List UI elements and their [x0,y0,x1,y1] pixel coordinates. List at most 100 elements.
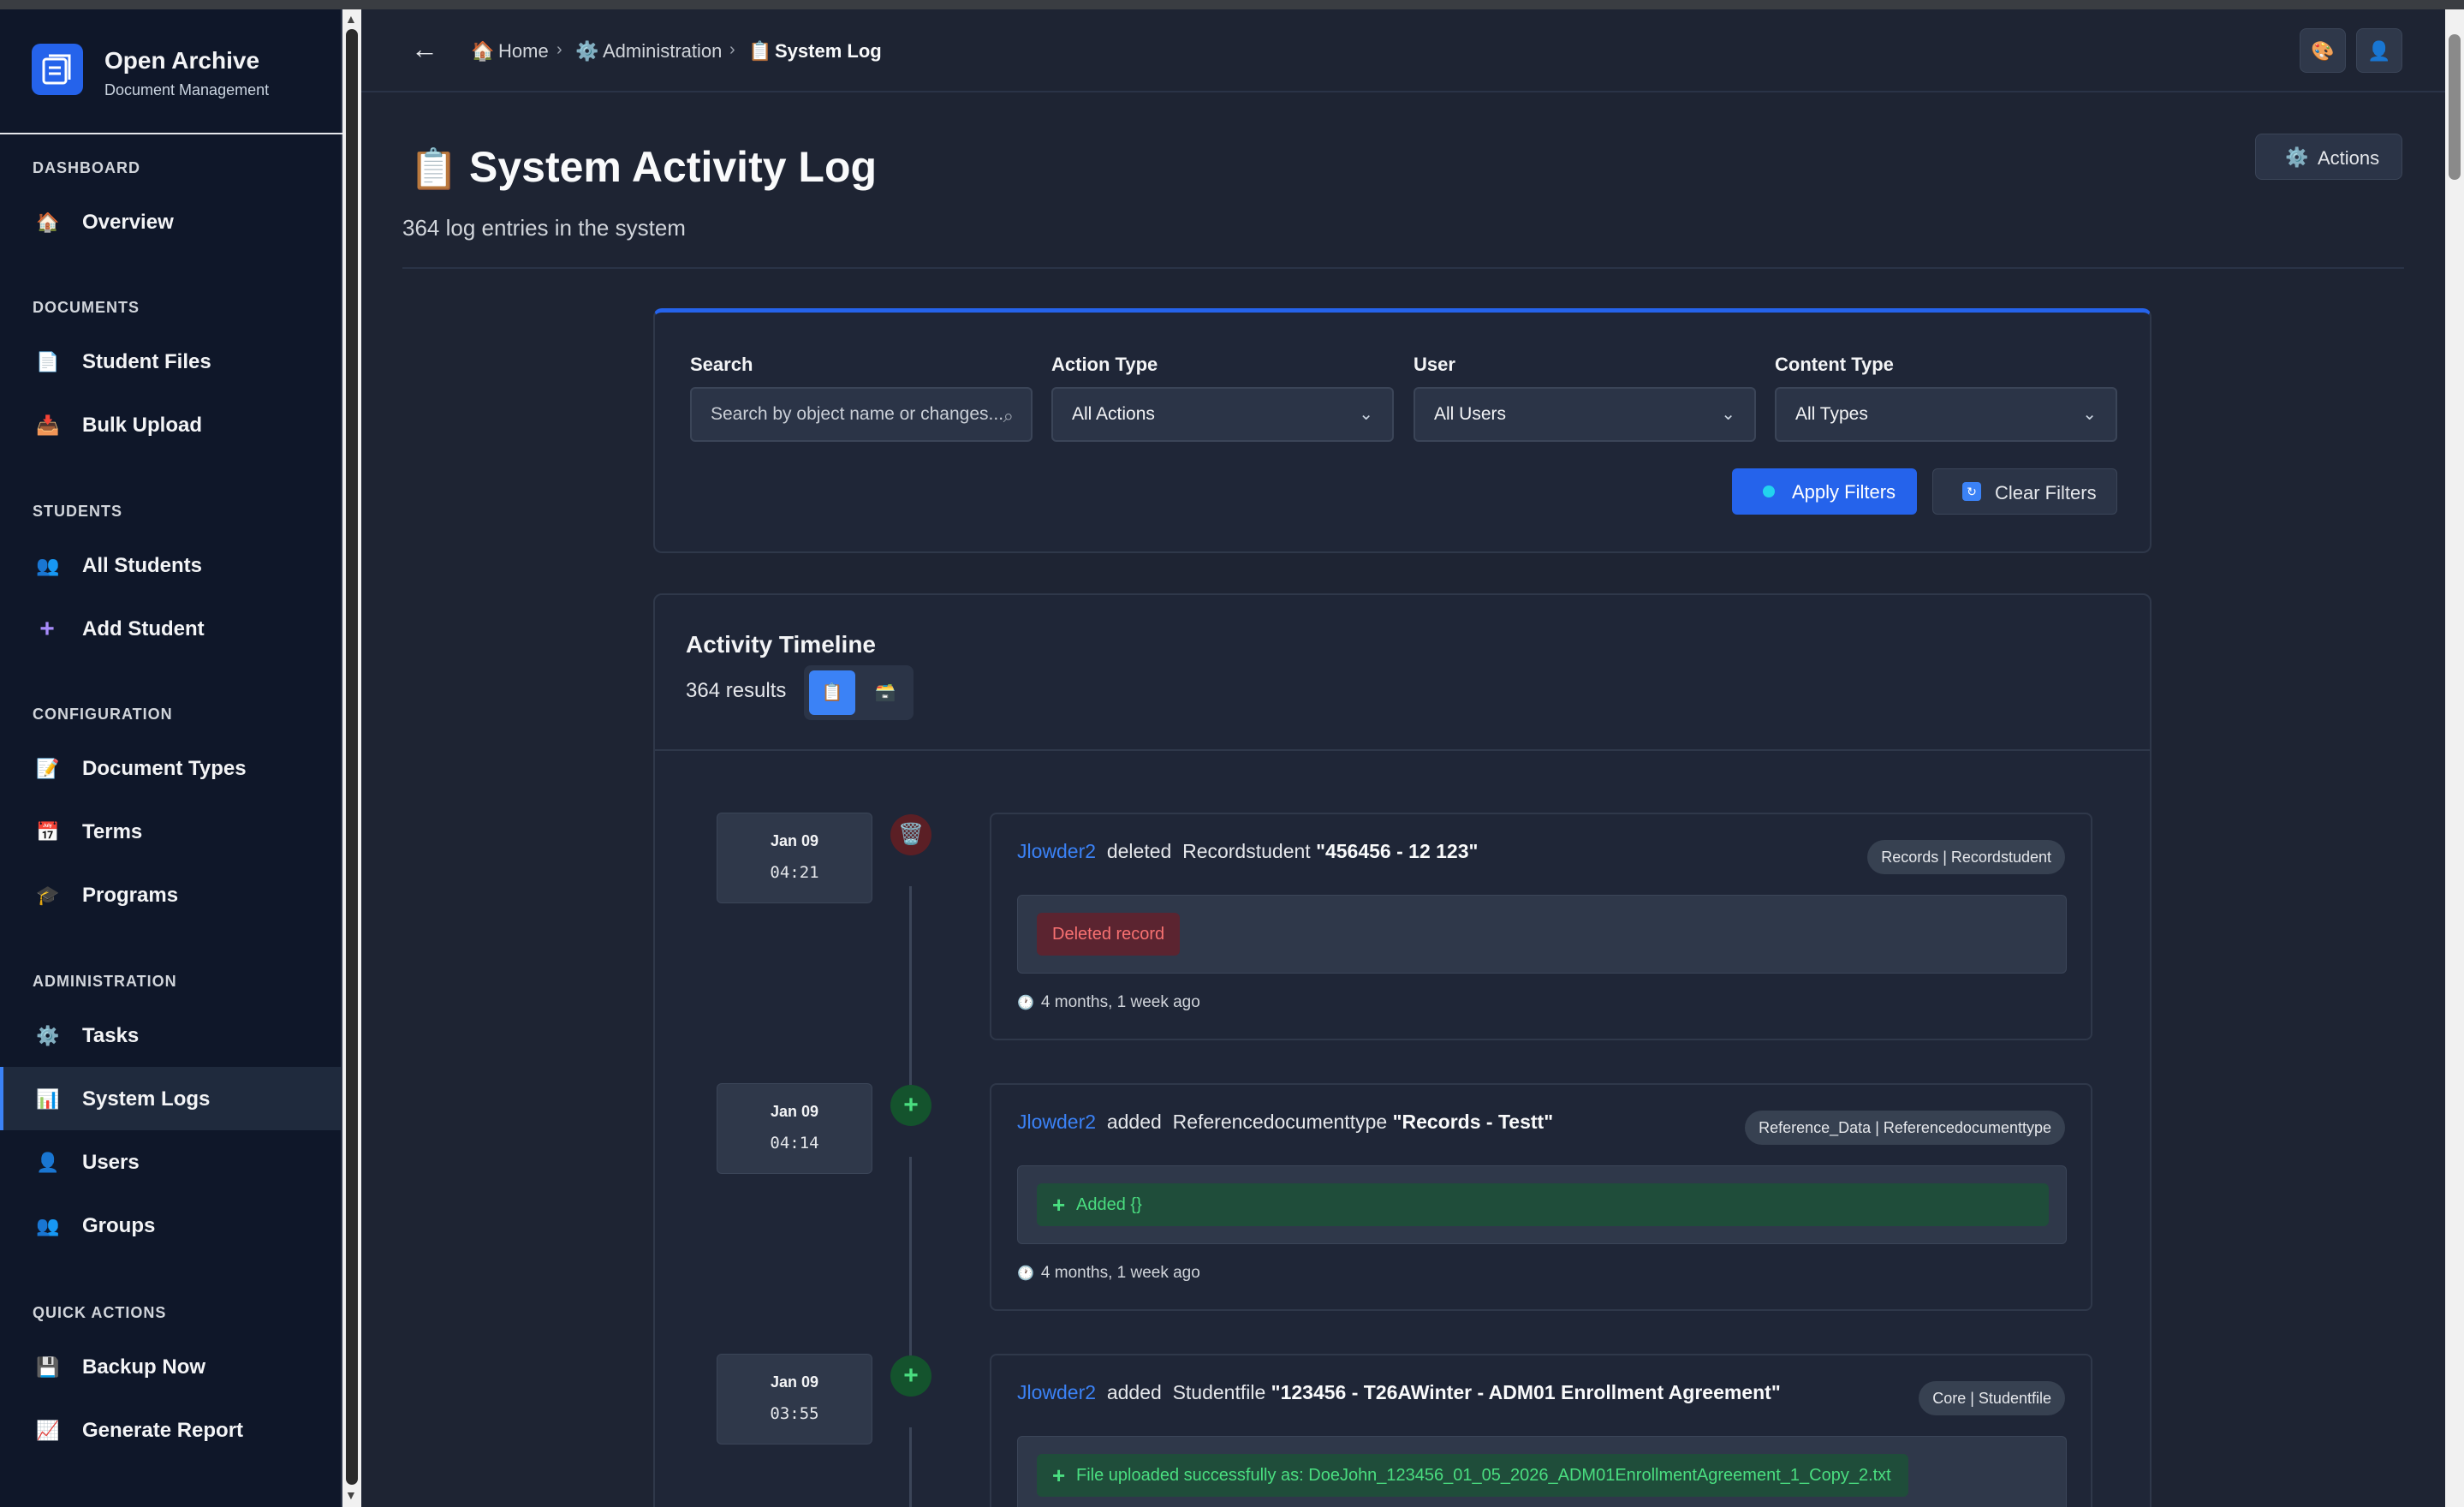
entry-relative-time: 🕐 4 months, 1 week ago [1017,993,1200,1012]
sidebar-item-student-files[interactable]: 📄 Student Files [0,330,341,393]
people-icon: 👥 [36,1215,60,1236]
plus-icon: + [890,1085,931,1126]
actions-button-label: Actions [2318,147,2380,169]
entry-relative-time: 🕐 4 months, 1 week ago [1017,1264,1200,1283]
user-value: All Users [1434,404,1507,424]
entry-ago: 4 months, 1 week ago [1040,1264,1200,1282]
sidebar-item-programs[interactable]: 🎓 Programs [0,863,341,926]
sidebar-item-label: All Students [82,554,203,577]
clear-filters-button[interactable]: ↻ Clear Filters [1932,468,2117,515]
filter-panel: Search Search by object name or changes.… [653,308,2152,553]
scroll-down-arrow-icon[interactable]: ▼ [345,1488,357,1502]
gear-icon: ⚙️ [2285,146,2309,168]
refresh-icon: ↻ [1962,482,1981,501]
clipboard-icon: 📋 [409,146,459,191]
scroll-up-arrow-icon[interactable]: ▲ [345,12,357,26]
wastebasket-icon: 🗑️ [890,814,931,855]
sidebar-item-label: Add Student [82,617,205,640]
nav-section-dashboard: DASHBOARD [33,159,140,176]
theme-palette-button[interactable]: 🎨 [2300,28,2346,73]
entry-date-time: 04:21 [770,863,819,882]
entry-heading: Jlowder2 deleted Recordstudent "456456 -… [1017,840,1478,863]
divider [402,267,2404,269]
search-input[interactable]: Search by object name or changes... ⌕ [690,387,1033,442]
chevron-down-icon: ⌄ [1359,405,1373,424]
sidebar-scrollbar-thumb[interactable] [346,29,358,1485]
sidebar-item-bulk-upload[interactable]: 📥 Bulk Upload [0,393,341,456]
user-select[interactable]: All Users ⌄ [1414,387,1756,442]
sidebar-item-backup-now[interactable]: 💾 Backup Now [0,1335,341,1398]
sidebar-item-document-types[interactable]: 📝 Document Types [0,736,341,800]
entry-date-time: 03:55 [770,1404,819,1423]
page-scrollbar[interactable] [2445,9,2464,1507]
sidebar-item-add-student[interactable]: + Add Student [0,597,341,660]
inbox-tray-icon: 📥 [36,414,60,436]
user-menu-button[interactable]: 👤 [2356,28,2402,73]
breadcrumb-home[interactable]: Home [498,40,549,63]
change-details: + File uploaded successfully as: DoeJohn… [1017,1436,2067,1507]
sidebar-item-groups[interactable]: 👥 Groups [0,1194,341,1257]
entry-user-link[interactable]: Jlowder2 [1017,840,1096,862]
sidebar-item-system-logs[interactable]: 📊 System Logs [0,1067,341,1130]
entry-user-link[interactable]: Jlowder2 [1017,1381,1096,1403]
search-label: Search [690,354,753,375]
chevron-down-icon: ⌄ [1721,405,1735,424]
entry-action: added [1106,1381,1162,1403]
breadcrumb-current: System Log [775,40,882,62]
content-type-badge: Core | Studentfile [1919,1381,2065,1415]
brand[interactable]: Open Archive Document Management [0,9,342,134]
result-count: 364 results [686,679,787,702]
change-details: + Added {} [1017,1165,2067,1244]
sidebar-item-label: Student Files [82,350,211,373]
breadcrumb-clipboard-icon: 📋 [748,40,772,62]
page-scrollbar-thumb[interactable] [2449,34,2461,180]
sidebar: Open Archive Document Management DASHBOA… [0,9,342,1507]
entry-ago: 4 months, 1 week ago [1040,993,1200,1011]
entry-user-link[interactable]: Jlowder2 [1017,1111,1096,1133]
action-type-value: All Actions [1072,404,1155,424]
archive-logo-icon [32,44,83,95]
entry-date: Jan 09 03:55 [717,1354,872,1444]
content-type-value: All Types [1795,404,1868,424]
sidebar-item-all-students[interactable]: 👥 All Students [0,533,341,597]
apply-filters-button[interactable]: Apply Filters [1732,468,1917,515]
sidebar-item-tasks[interactable]: ⚙️ Tasks [0,1004,341,1067]
chevron-down-icon: ⌄ [2082,405,2097,424]
house-icon: 🏠 [36,211,60,233]
sidebar-item-terms[interactable]: 📅 Terms [0,800,341,863]
entry-date-day: Jan 09 [770,1103,819,1120]
user-label: User [1414,354,1455,375]
sidebar-item-label: Overview [82,211,174,234]
nav-section-documents: DOCUMENTS [33,299,140,316]
sidebar-item-generate-report[interactable]: 📈 Generate Report [0,1398,341,1462]
page-subtitle: 364 log entries in the system [402,215,686,241]
clear-filters-label: Clear Filters [1995,482,2097,503]
actions-button[interactable]: ⚙️ Actions [2255,134,2402,180]
plus-icon: + [39,615,55,643]
sidebar-item-users[interactable]: 👤 Users [0,1130,341,1194]
sidebar-item-overview[interactable]: 🏠 Overview [0,190,341,253]
breadcrumb-gear-icon: ⚙️ [575,40,599,62]
content-type-label: Content Type [1775,354,1894,375]
search-icon: ⌕ [1003,405,1014,426]
entry-date-day: Jan 09 [770,1373,819,1391]
brand-title: Open Archive [104,47,260,74]
nav-section-quick-actions: QUICK ACTIONS [33,1304,167,1321]
action-type-select[interactable]: All Actions ⌄ [1051,387,1394,442]
plus-icon: + [1052,1192,1066,1218]
timeline-connector [909,1427,912,1507]
sidebar-item-label: Document Types [82,757,247,780]
table-view-button[interactable]: 🗃️ [862,670,908,715]
view-toggle: 📋 🗃️ [804,665,914,720]
back-arrow-icon[interactable]: ← [411,33,438,65]
nav-section-students: STUDENTS [33,503,123,520]
bar-chart-icon: 📊 [36,1088,60,1110]
action-type-label: Action Type [1051,354,1158,375]
clock-icon: 🕐 [1017,996,1034,1010]
log-entry: Jlowder2 added Studentfile "123456 - T26… [990,1354,2092,1507]
user-icon: 👤 [36,1152,60,1173]
content-type-select[interactable]: All Types ⌄ [1775,387,2117,442]
breadcrumb-administration[interactable]: Administration [603,40,722,63]
sidebar-item-label: Bulk Upload [82,414,203,437]
timeline-view-button[interactable]: 📋 [809,670,855,715]
